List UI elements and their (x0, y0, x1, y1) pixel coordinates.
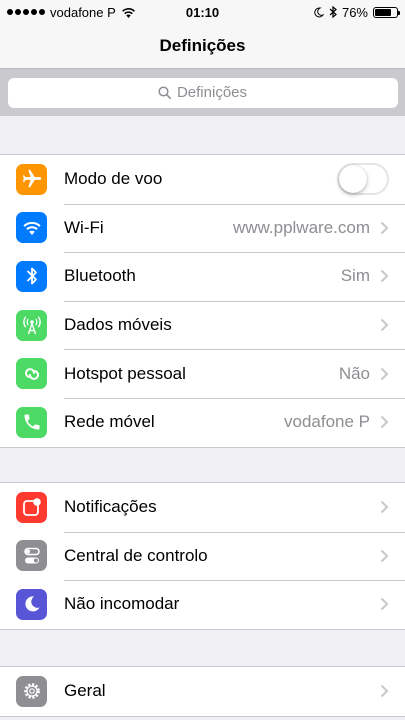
row-label: Rede móvel (64, 412, 155, 432)
toggle-knob (339, 165, 367, 194)
row-label: Dados móveis (64, 315, 172, 335)
chevron-right-icon (380, 221, 389, 235)
search-area: Definições (0, 68, 405, 116)
row-control-center[interactable]: Central de controlo (0, 531, 405, 581)
chevron-right-icon (380, 270, 389, 283)
hotspot-icon (16, 358, 47, 390)
gear-icon (16, 675, 47, 707)
status-bar: vodafone P 01:10 76% (0, 0, 405, 24)
chevron-right-icon (380, 416, 389, 429)
chevron-right-icon (380, 549, 389, 563)
row-label: Geral (64, 681, 106, 701)
bluetooth-icon (16, 260, 47, 292)
row-label: Bluetooth (64, 266, 136, 286)
row-value: www.pplware.com (233, 217, 370, 237)
chevron-right-icon (380, 598, 389, 611)
row-label: Não incomodar (64, 594, 180, 614)
airplane-icon (16, 163, 47, 195)
phone-icon (16, 406, 47, 438)
row-label: Hotspot pessoal (64, 363, 186, 383)
row-general[interactable]: Geral (0, 667, 405, 716)
row-label: Central de controlo (64, 545, 208, 565)
search-icon (158, 86, 171, 99)
chevron-right-icon (380, 367, 389, 380)
row-label: Modo de voo (64, 169, 163, 189)
navigation-bar: Definições (0, 24, 405, 68)
row-label: Wi-Fi (64, 217, 104, 237)
airplane-mode-toggle[interactable] (337, 163, 389, 196)
control-center-icon (16, 540, 47, 572)
battery-icon (373, 6, 400, 18)
status-left: vodafone P (7, 5, 136, 20)
carrier-name: vodafone P (50, 4, 116, 20)
moon-icon (16, 588, 47, 620)
signal-strength-icon (7, 9, 45, 15)
row-do-not-disturb[interactable]: Não incomodar (0, 580, 405, 629)
chevron-right-icon (380, 318, 389, 332)
row-cellular-data[interactable]: Dados móveis (0, 300, 405, 350)
row-wifi[interactable]: Wi-Fi www.pplware.com (0, 203, 405, 253)
row-value: Sim (340, 266, 370, 286)
row-label: Notificações (64, 497, 157, 517)
cellular-icon (16, 309, 47, 341)
page-title: Definições (159, 36, 246, 55)
chevron-right-icon (380, 685, 389, 698)
settings-group-notifications: Notificações Central de controlo Não inc… (0, 482, 405, 630)
row-personal-hotspot[interactable]: Hotspot pessoal Não (0, 349, 405, 398)
wifi-signal-icon (121, 7, 135, 18)
row-bluetooth[interactable]: Bluetooth Sim (0, 252, 405, 301)
settings-group-connectivity: Modo de voo Wi-Fi www.pplware.com Blueto… (0, 154, 405, 448)
battery-percent: 76% (341, 4, 368, 20)
row-value: vodafone P (283, 412, 370, 432)
bluetooth-status-icon (329, 6, 337, 18)
chevron-right-icon (380, 501, 389, 514)
search-input[interactable]: Definições (7, 77, 398, 108)
row-value: Não (338, 363, 370, 383)
moon-status-icon (314, 6, 324, 17)
notifications-icon (16, 491, 47, 523)
row-notifications[interactable]: Notificações (0, 483, 405, 532)
status-right: 76% (313, 4, 400, 20)
wifi-icon (16, 212, 47, 244)
row-carrier[interactable]: Rede móvel vodafone P (0, 397, 405, 447)
row-airplane-mode[interactable]: Modo de voo (0, 155, 405, 204)
settings-group-general: Geral (0, 666, 405, 717)
battery-fill (375, 8, 391, 16)
search-placeholder: Definições (176, 84, 248, 101)
